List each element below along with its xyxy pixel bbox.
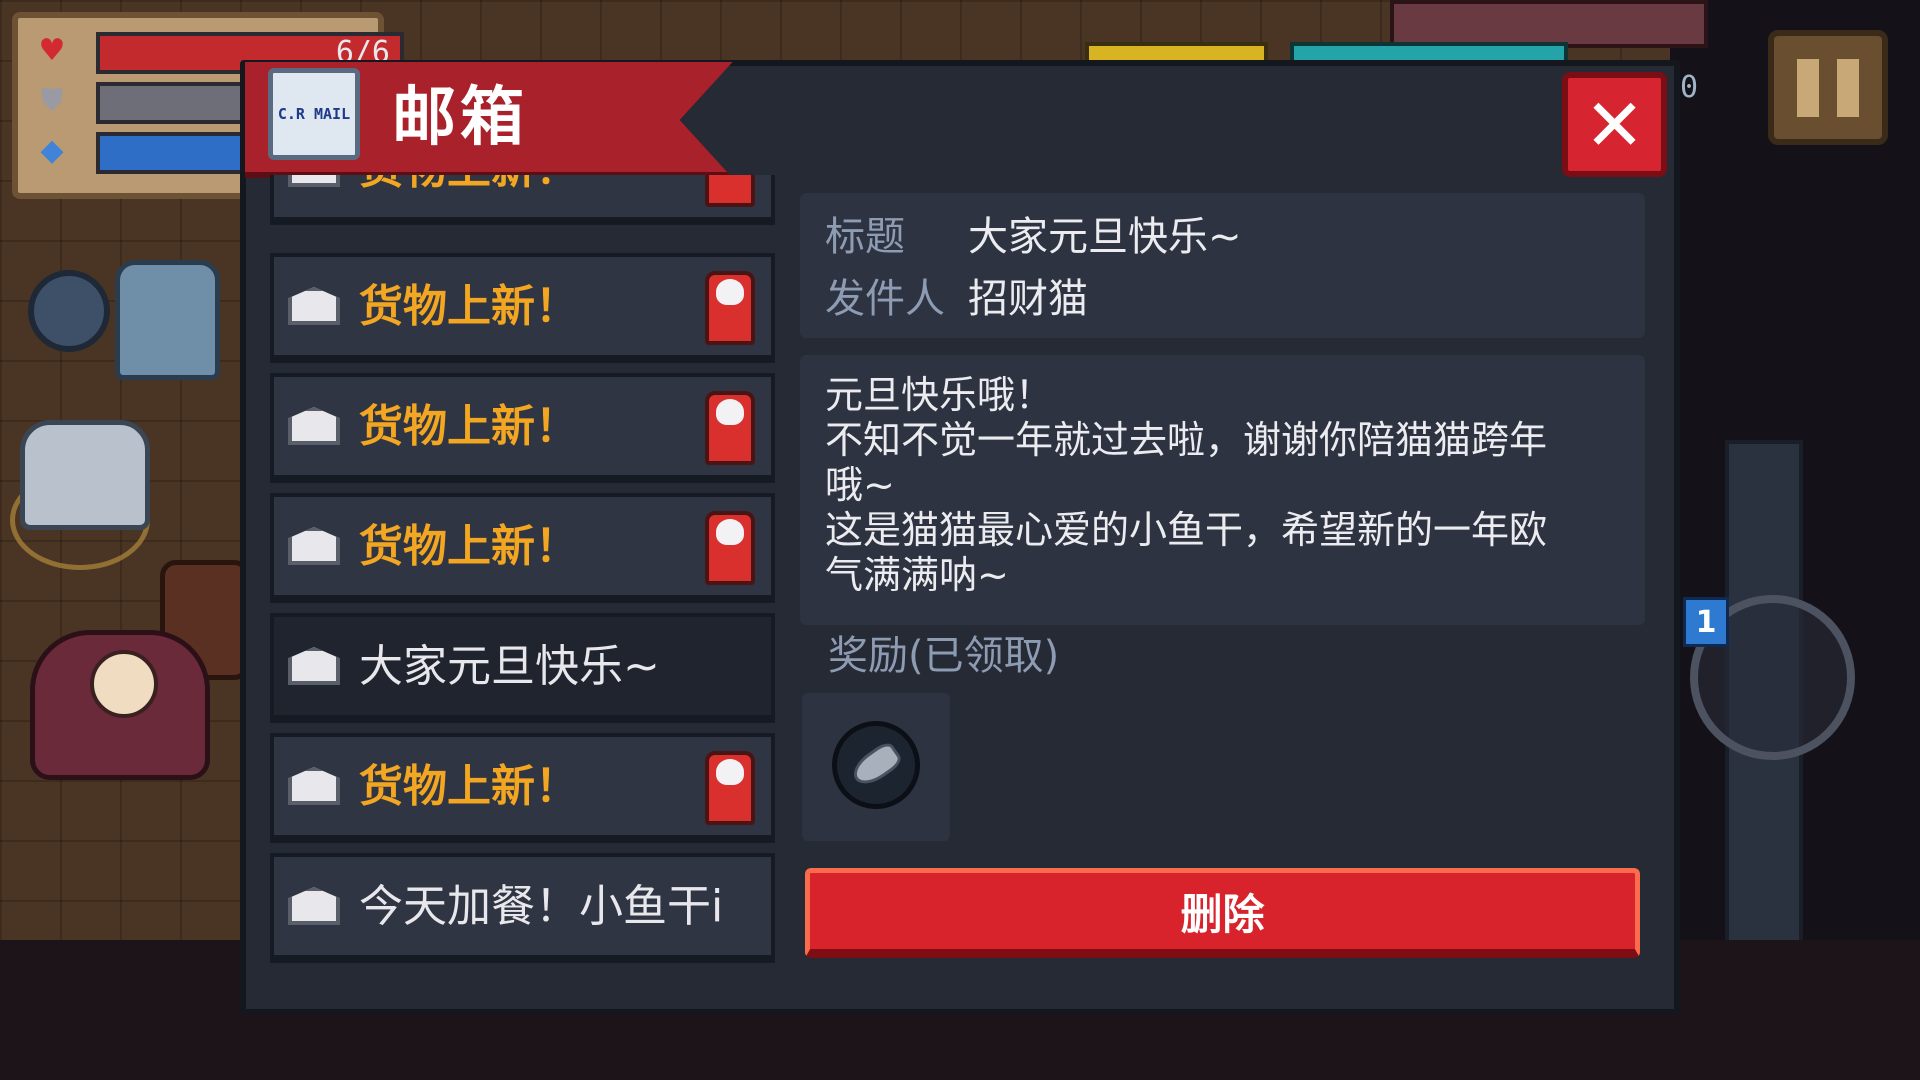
- subject-label: 标题: [825, 214, 905, 260]
- mail-item[interactable]: 货物上新！: [270, 493, 775, 603]
- mail-body-text: 元旦快乐哦！ 不知不觉一年就过去啦，谢谢你陪猫猫跨年 哦~ 这是猫猫最心爱的小鱼…: [825, 373, 1548, 597]
- vampire-head-sprite: [90, 650, 158, 718]
- envelope-icon: [288, 647, 340, 685]
- envelope-icon: [288, 887, 340, 925]
- mail-item[interactable]: 货物上新！: [270, 733, 775, 843]
- envelope-icon: [288, 175, 340, 187]
- mail-title: 货物上新！: [359, 281, 579, 332]
- heart-icon: ♥: [38, 32, 66, 68]
- lucky-cat-icon: [705, 751, 755, 825]
- gem-count: 0: [1680, 70, 1699, 105]
- mail-title: 货物上新！: [359, 175, 579, 195]
- pot-sprite: [28, 270, 110, 352]
- pause-icon-left: [1797, 58, 1819, 117]
- robot-npc-sprite[interactable]: [20, 420, 150, 530]
- skill-charge-badge: 1: [1683, 597, 1729, 647]
- sender-label: 发件人: [825, 276, 945, 322]
- subject-value: 大家元旦快乐~: [968, 214, 1242, 260]
- mail-title: 货物上新！: [359, 761, 579, 812]
- lucky-cat-icon: [705, 271, 755, 345]
- envelope-icon: [288, 287, 340, 325]
- envelope-icon: [288, 527, 340, 565]
- mail-logo-text: C.R MAIL: [277, 105, 351, 123]
- sender-value: 招财猫: [968, 276, 1088, 322]
- mail-item[interactable]: 今天加餐！小鱼干i: [270, 853, 775, 963]
- mail-list[interactable]: 货物上新！ 货物上新！ 货物上新！ 货物上新！ 大家元旦快乐~ 货物上新！: [270, 175, 780, 965]
- reward-slot[interactable]: [802, 693, 950, 841]
- mail-title: 货物上新！: [359, 401, 579, 452]
- mail-item[interactable]: 货物上新！: [270, 253, 775, 363]
- lucky-cat-icon: [705, 511, 755, 585]
- lucky-cat-icon: [705, 391, 755, 465]
- mail-item[interactable]: 货物上新！: [270, 175, 775, 225]
- mail-item[interactable]: 货物上新！: [270, 373, 775, 483]
- top-stall-sprite: [1390, 0, 1708, 48]
- lucky-cat-icon: [705, 175, 755, 207]
- mailbox-title: 邮箱: [392, 81, 528, 155]
- envelope-icon: [288, 767, 340, 805]
- pause-button[interactable]: [1768, 30, 1888, 145]
- mail-title: 大家元旦快乐~: [359, 641, 660, 692]
- diamond-icon: ◆: [40, 132, 64, 168]
- mail-header-info: 标题 大家元旦快乐~ 发件人 招财猫: [800, 193, 1645, 338]
- mail-body-panel: 元旦快乐哦！ 不知不觉一年就过去啦，谢谢你陪猫猫跨年 哦~ 这是猫猫最心爱的小鱼…: [800, 355, 1645, 625]
- reward-label: 奖励(已领取): [828, 633, 1060, 679]
- mail-title: 今天加餐！小鱼干i: [359, 881, 724, 932]
- wolf-npc-sprite[interactable]: [115, 260, 220, 380]
- mail-item-selected[interactable]: 大家元旦快乐~: [270, 613, 775, 723]
- close-button[interactable]: ✕: [1562, 72, 1667, 177]
- close-icon: ✕: [1584, 82, 1645, 167]
- game-screen: ♥ 6/6 ⛊ 4/4 ◆ 200/2 0 1 C.R MAIL 邮箱 ✕: [0, 0, 1920, 1080]
- mail-logo-icon: C.R MAIL: [268, 68, 360, 160]
- shield-icon: ⛊: [40, 82, 64, 118]
- delete-button[interactable]: 删除: [805, 868, 1640, 958]
- envelope-icon: [288, 407, 340, 445]
- mail-title: 货物上新！: [359, 521, 579, 572]
- dried-fish-icon: [832, 721, 920, 809]
- pause-icon-right: [1837, 58, 1859, 117]
